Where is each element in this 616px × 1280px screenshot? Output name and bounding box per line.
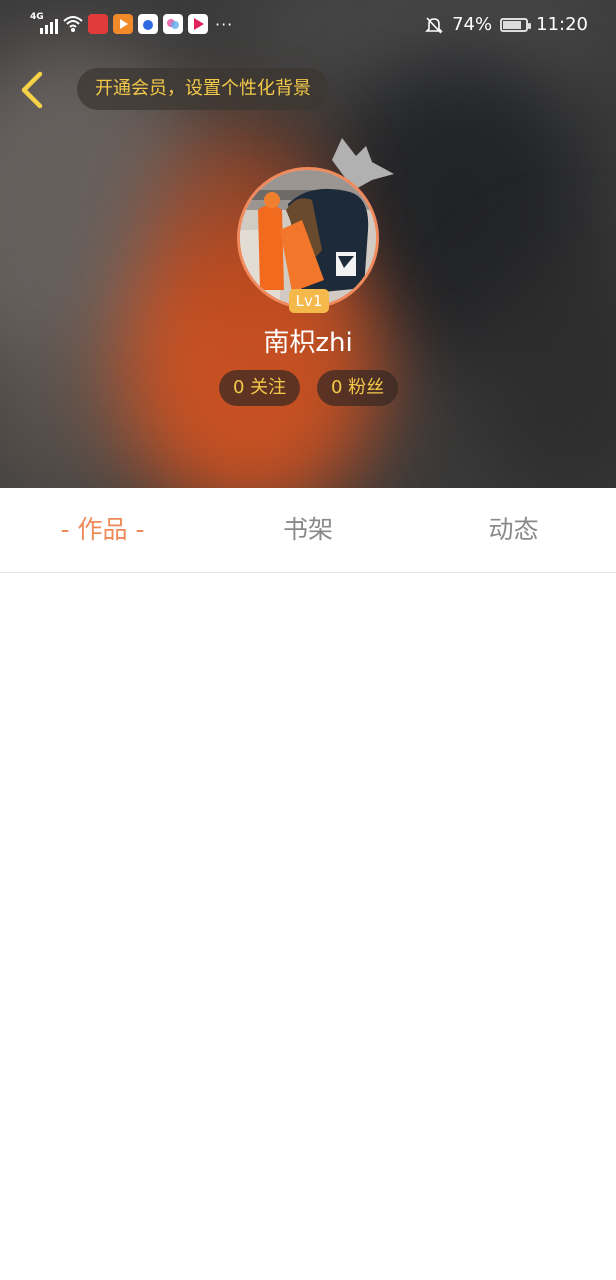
profile-header: 4G ··· 74% 11:20 开通会员，设置个性化背景 Lv1 南枳zhi … xyxy=(0,0,616,488)
works-content-area xyxy=(0,573,616,1280)
back-button[interactable] xyxy=(18,70,48,110)
more-notifications-icon: ··· xyxy=(215,14,234,34)
video-app-icon xyxy=(113,14,133,34)
battery-percent: 74% xyxy=(452,14,493,35)
tab-bookshelf[interactable]: 书架 xyxy=(205,488,411,572)
status-bar: 4G ··· 74% 11:20 xyxy=(0,0,616,54)
wifi-icon xyxy=(63,16,83,32)
app-notification-icon xyxy=(88,14,108,34)
tab-works[interactable]: - 作品 - xyxy=(0,488,205,572)
bell-muted-icon xyxy=(425,16,444,34)
profile-tabs: - 作品 - 书架 动态 xyxy=(0,488,616,573)
vip-background-prompt-button[interactable]: 开通会员，设置个性化背景 xyxy=(77,68,329,110)
avatar[interactable] xyxy=(237,167,379,309)
media-app-icon xyxy=(188,14,208,34)
tab-activity[interactable]: 动态 xyxy=(411,488,616,572)
battery-icon xyxy=(500,17,532,32)
level-badge: Lv1 xyxy=(289,289,329,313)
gallery-app-icon xyxy=(163,14,183,34)
following-count-button[interactable]: 0 关注 xyxy=(219,370,301,406)
followers-count-button[interactable]: 0 粉丝 xyxy=(317,370,399,406)
cellular-signal-icon: 4G xyxy=(30,12,58,34)
username: 南枳zhi xyxy=(263,328,353,358)
clock: 11:20 xyxy=(536,14,588,35)
baidu-app-icon xyxy=(138,14,158,34)
